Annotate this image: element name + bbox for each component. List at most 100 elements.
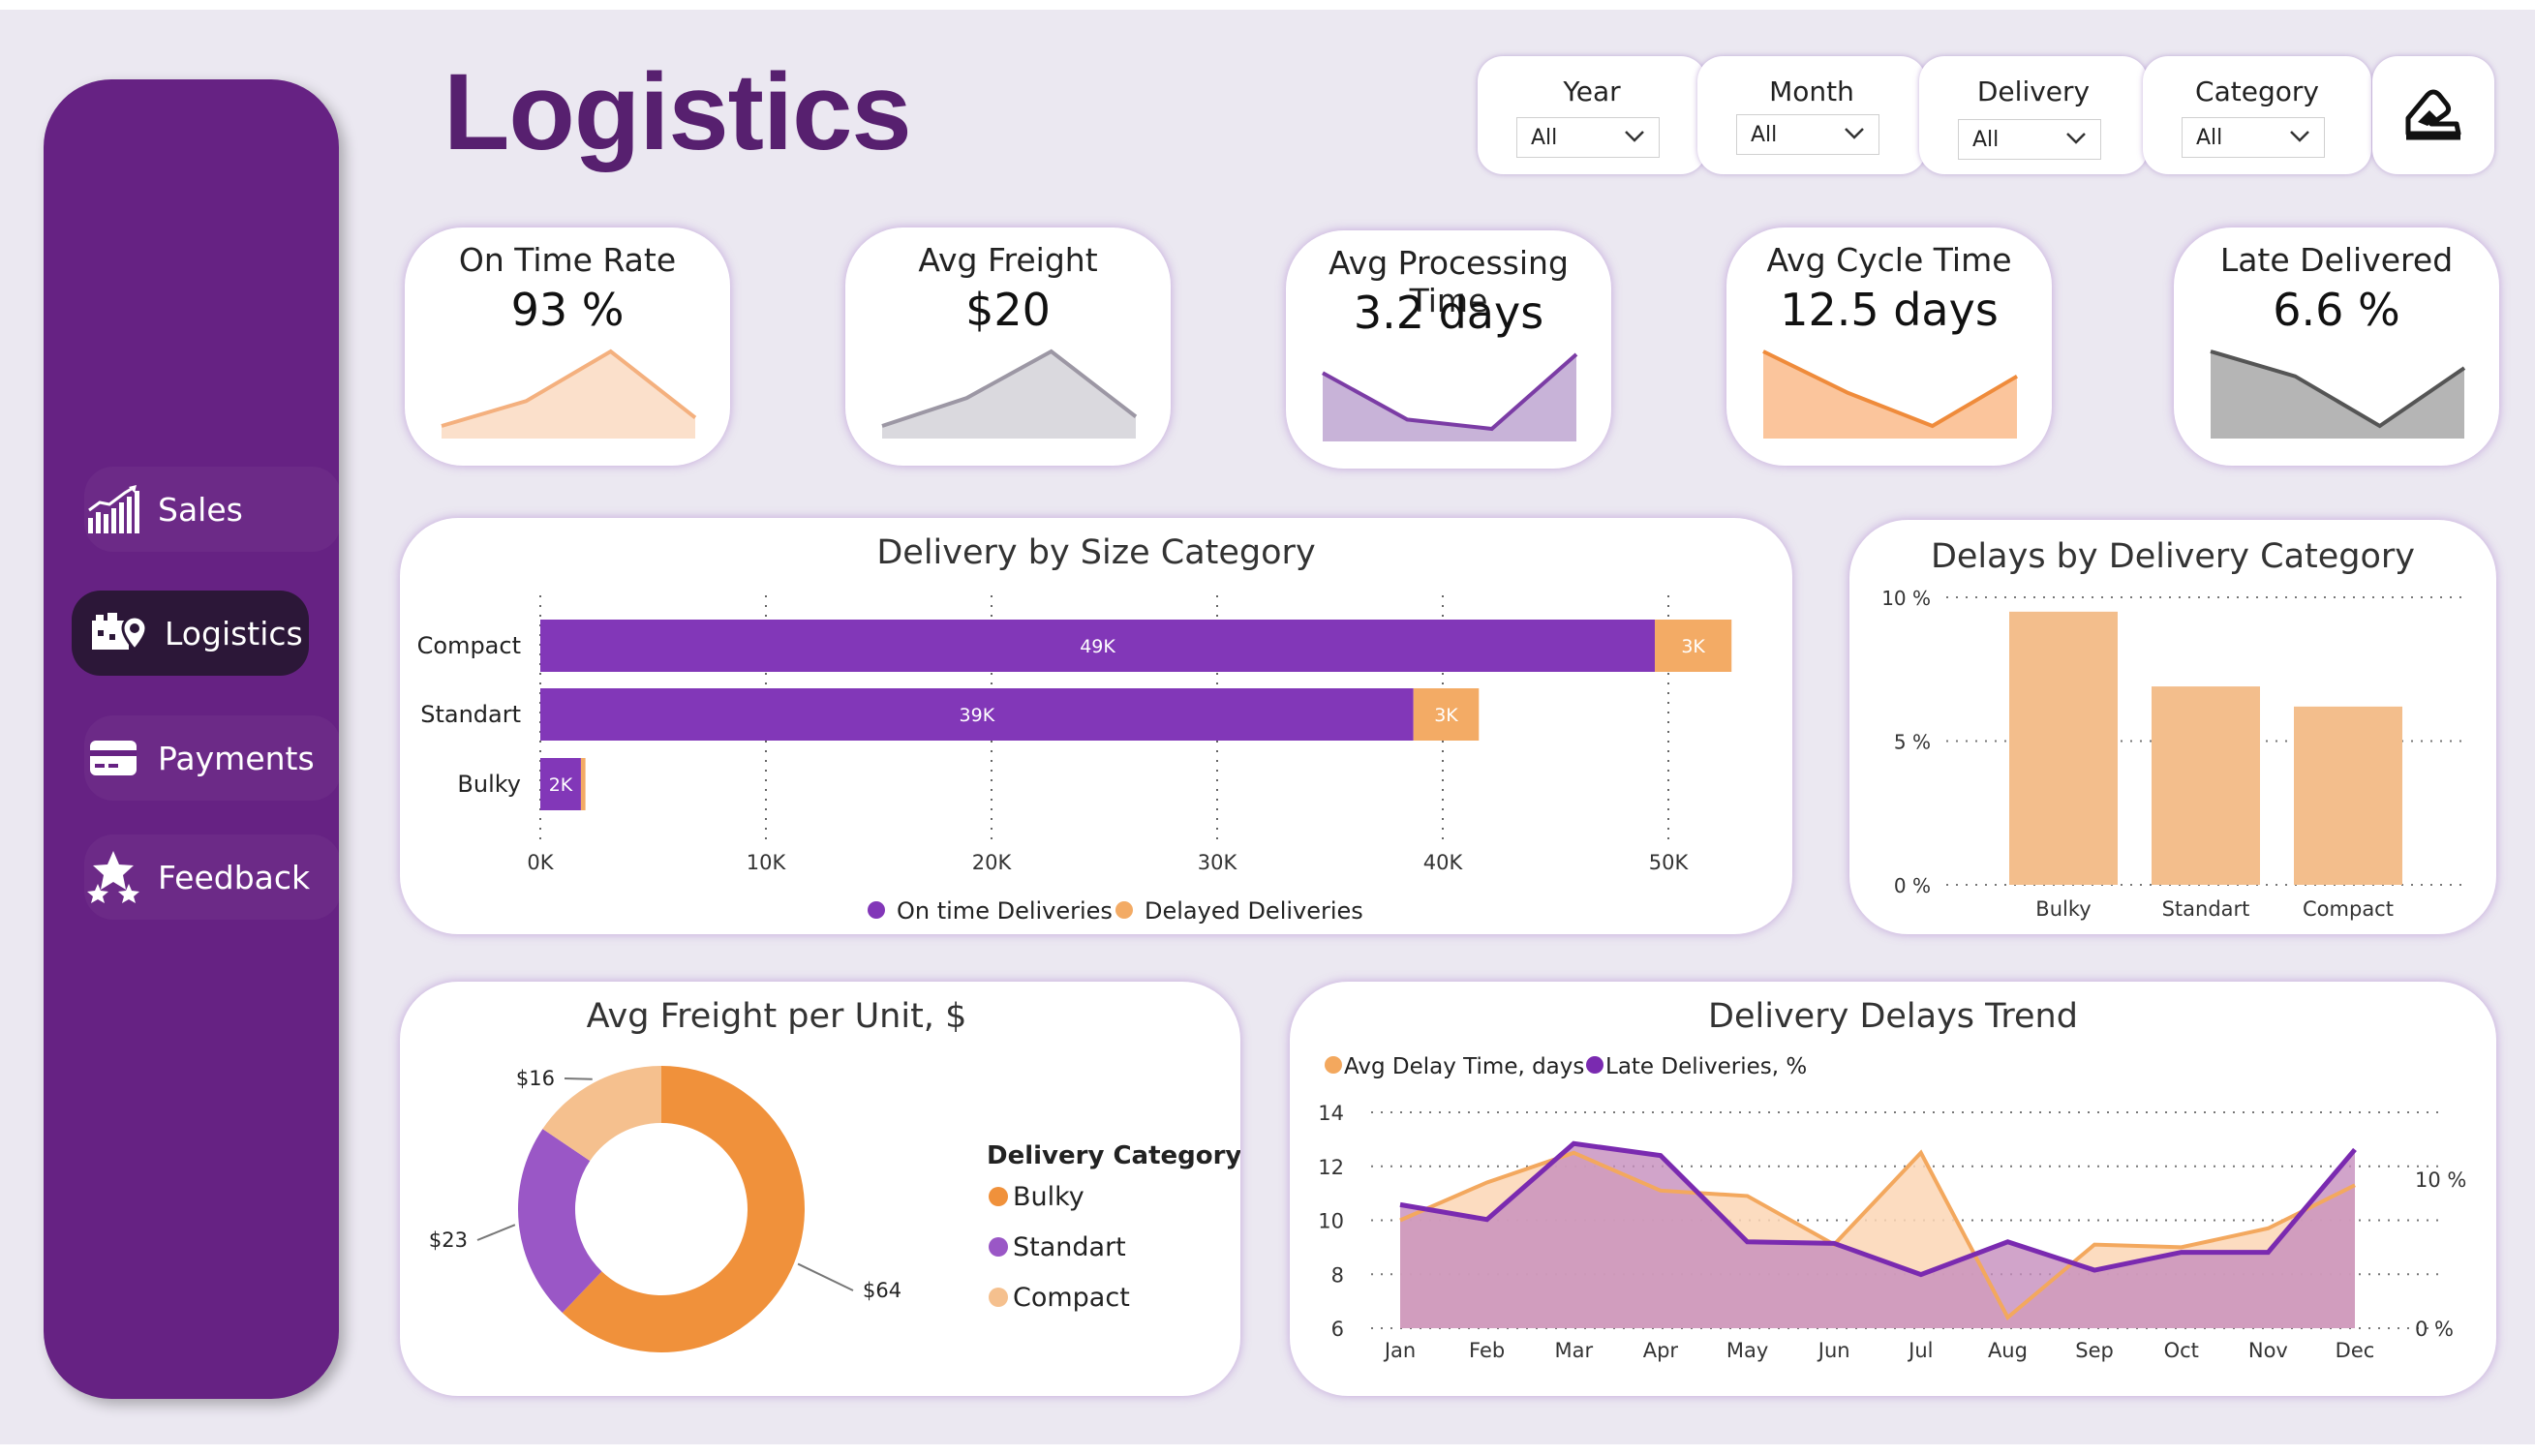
x-tick-label: Jan: [1383, 1339, 1416, 1362]
filter-delivery-value: All: [1972, 127, 2000, 152]
leader-line: [797, 1262, 854, 1291]
x-tick-label: 10K: [747, 851, 787, 874]
legend-label: Avg Delay Time, days: [1344, 1054, 1584, 1079]
filter-year-value: All: [1531, 125, 1558, 150]
legend-marker: [989, 1237, 1008, 1257]
y-tick-label: 5 %: [1894, 731, 1931, 754]
delay-category-chart-card: Delays by Delivery Category 0 % 5 % 10 % Bu…: [1849, 520, 2496, 934]
nav-item-logistics[interactable]: Logistics: [72, 591, 309, 676]
legend-marker: [1586, 1056, 1603, 1074]
x-tick-label: Oct: [2164, 1339, 2199, 1362]
nav-label-payments: Payments: [158, 739, 315, 777]
x-tick-label: Compact: [2303, 897, 2394, 921]
legend-label: Standart: [1013, 1232, 1126, 1262]
delay-trend-area-chart: 6 8 10 12 14 0 % 10 % Jan Feb Mar Apr May Jun Jul Aug S…: [1318, 1054, 2466, 1362]
filter-delivery-dropdown[interactable]: All: [1958, 119, 2101, 160]
y-right-tick-label: 10 %: [2415, 1168, 2466, 1192]
size-category-chart-card: Delivery by Size Category 0K 10K 20K 30K 40K…: [400, 518, 1792, 934]
size-bar-chart: 0K 10K 20K 30K 40K 50K Compact 49K 3K Standart 39K…: [417, 595, 1732, 925]
x-tick-label: Jul: [1907, 1339, 1933, 1362]
filter-year[interactable]: Year All: [1478, 56, 1706, 174]
bar-data-label: 39K: [960, 705, 995, 726]
bar-data-label: 3K: [1681, 636, 1705, 657]
filter-month-dropdown[interactable]: All: [1736, 114, 1879, 155]
kpi-card-late-delivered: Late Delivered 6.6 %: [2174, 228, 2499, 466]
x-tick-label: Nov: [2248, 1339, 2288, 1362]
leader-line: [476, 1224, 516, 1241]
category-label: Standart: [420, 701, 521, 728]
sparkline-area: [1323, 354, 1576, 441]
x-tick-label: Mar: [1554, 1339, 1593, 1362]
x-tick-label: Bulky: [2035, 897, 2091, 921]
slice-value-label: $16: [516, 1067, 555, 1090]
credit-card-icon: [84, 729, 142, 787]
filter-category-dropdown[interactable]: All: [2182, 117, 2325, 158]
leader-line: [564, 1077, 593, 1080]
legend-marker: [868, 901, 885, 919]
filter-category-value: All: [2196, 125, 2223, 150]
freight-donut-chart: $64 $23 $16 Delivery Category Bulky Standart C…: [429, 1066, 1240, 1352]
y-right-tick-label: 0 %: [2415, 1318, 2454, 1341]
x-tick-label: Sep: [2075, 1339, 2114, 1362]
x-tick-label: Jun: [1817, 1339, 1850, 1362]
eraser-icon: [2405, 89, 2461, 140]
reset-filters-button[interactable]: [2372, 56, 2494, 174]
filter-year-dropdown[interactable]: All: [1516, 117, 1660, 158]
kpi-sparkline: [2210, 349, 2466, 439]
nav-label-sales: Sales: [158, 490, 243, 529]
y-tick-label: 10 %: [1881, 587, 1931, 610]
x-tick-label: 50K: [1649, 851, 1690, 874]
legend-marker: [989, 1187, 1008, 1206]
x-tick-label: Aug: [1988, 1339, 2028, 1362]
legend-label: Late Deliveries, %: [1605, 1054, 1807, 1079]
delay-trend-chart-card: Delivery Delays Trend 6 8 10 12 14 0 % 10 % Jan…: [1290, 982, 2496, 1396]
bar-segment: [580, 758, 586, 810]
sparkline-area: [442, 351, 695, 439]
y-left-tick-label: 6: [1331, 1318, 1344, 1341]
legend-label: Compact: [1013, 1283, 1130, 1313]
chevron-down-icon: [2290, 131, 2309, 142]
x-tick-label: Apr: [1643, 1339, 1679, 1362]
x-tick-label: Dec: [2336, 1339, 2375, 1362]
dashboard-canvas: Sales Logistics Payments Feedback Logist…: [0, 10, 2535, 1444]
nav-item-payments[interactable]: Payments: [84, 715, 341, 801]
legend-label: On time Deliveries: [897, 897, 1113, 925]
nav-item-sales[interactable]: Sales: [84, 467, 341, 552]
sales-chart-icon: [84, 480, 142, 538]
legend-label: Delayed Deliveries: [1145, 897, 1363, 925]
bar: [2294, 706, 2402, 885]
nav-label-feedback: Feedback: [158, 858, 311, 896]
kpi-card-avg-processing-time: Avg Processing Time 3.2 days: [1286, 230, 1611, 469]
filter-delivery-label: Delivery: [1976, 76, 2091, 107]
logistics-map-icon: [91, 604, 149, 662]
sparkline-area: [882, 351, 1136, 439]
legend-marker: [1325, 1056, 1342, 1074]
freight-donut-chart-card: Avg Freight per Unit, $ $64 $23 $16 Deliver…: [400, 982, 1240, 1396]
y-left-tick-label: 14: [1318, 1102, 1344, 1125]
x-tick-label: 40K: [1423, 851, 1464, 874]
x-tick-label: Standart: [2162, 897, 2250, 921]
x-tick-label: 0K: [527, 851, 554, 874]
chevron-down-icon: [1625, 131, 1644, 142]
bar-data-label: 3K: [1434, 705, 1458, 726]
filter-category[interactable]: Category All: [2143, 56, 2371, 174]
filter-month-value: All: [1751, 122, 1778, 147]
bar: [2152, 686, 2260, 885]
kpi-sparkline: [1322, 352, 1578, 441]
bar: [2009, 611, 2118, 885]
kpi-card-on-time-rate: On Time Rate 93 %: [405, 228, 730, 466]
slice-value-label: $64: [863, 1279, 901, 1302]
legend-marker: [989, 1288, 1008, 1307]
filter-year-label: Year: [1563, 76, 1621, 107]
stars-icon: [84, 848, 142, 906]
nav-item-feedback[interactable]: Feedback: [84, 834, 341, 920]
kpi-card-avg-cycle-time: Avg Cycle Time 12.5 days: [1726, 228, 2052, 466]
filter-delivery[interactable]: Delivery All: [1919, 56, 2148, 174]
x-tick-label: Feb: [1469, 1339, 1505, 1362]
filter-month[interactable]: Month All: [1697, 56, 1926, 174]
filter-month-label: Month: [1769, 76, 1854, 107]
category-label: Bulky: [457, 771, 521, 798]
chevron-down-icon: [1845, 128, 1864, 139]
x-tick-label: May: [1726, 1339, 1768, 1362]
x-tick-label: 20K: [972, 851, 1013, 874]
